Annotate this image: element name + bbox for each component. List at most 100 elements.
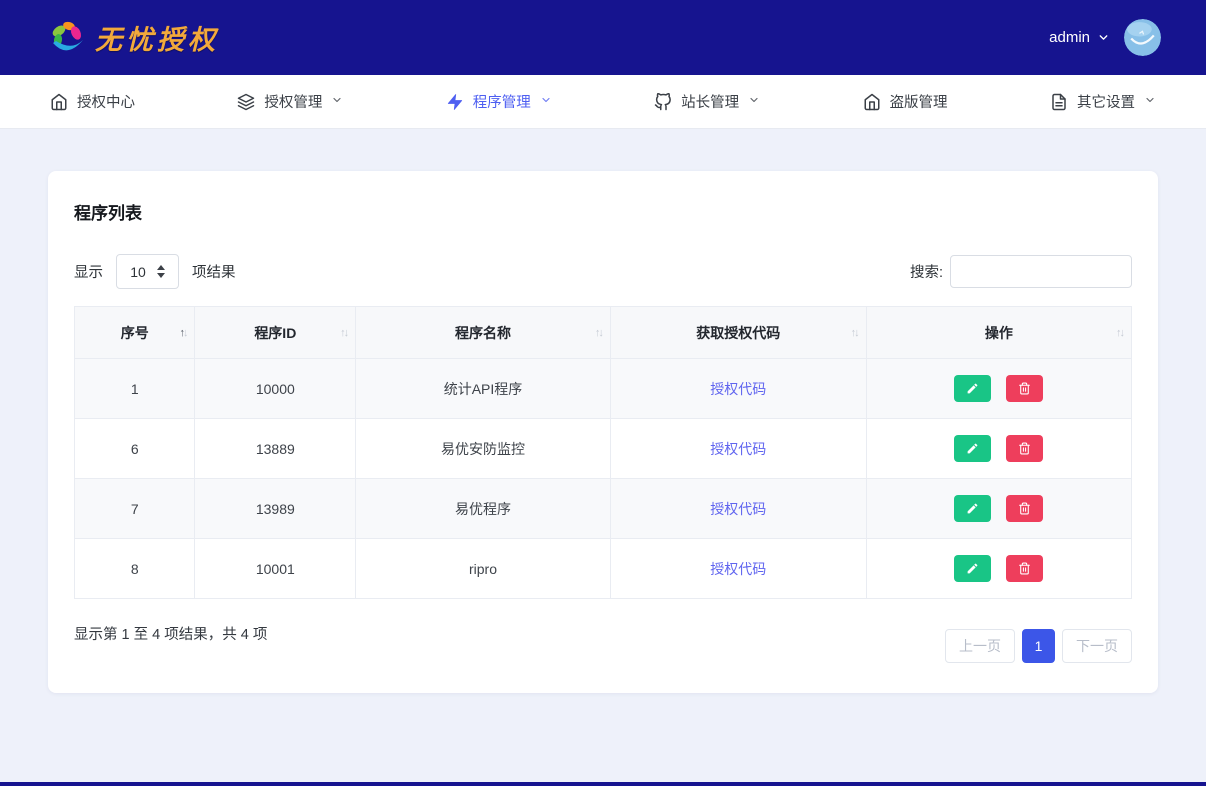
cell-program-id: 13989 <box>195 479 356 539</box>
chevron-down-icon <box>540 94 552 110</box>
nav-label: 授权中心 <box>77 91 135 112</box>
nav-label: 盗版管理 <box>890 91 948 112</box>
edit-button[interactable] <box>954 495 991 522</box>
edit-button[interactable] <box>954 435 991 462</box>
github-icon <box>654 93 672 111</box>
cell-index: 7 <box>75 479 195 539</box>
delete-button[interactable] <box>1006 495 1043 522</box>
column-header-index[interactable]: 序号 <box>75 307 195 359</box>
cell-program-id: 13889 <box>195 419 356 479</box>
cell-name: 易优程序 <box>356 479 611 539</box>
nav-item-auth-manage[interactable]: 授权管理 <box>237 91 343 112</box>
pencil-icon <box>966 502 979 515</box>
main-nav: 授权中心 授权管理 程序管理 站长管理 盗版管理 其它设置 <box>0 75 1206 129</box>
cell-auth-code: 授权代码 <box>610 539 866 599</box>
page-title: 程序列表 <box>74 199 1132 224</box>
column-header-actions[interactable]: 操作 <box>866 307 1131 359</box>
cell-index: 6 <box>75 419 195 479</box>
chevron-down-icon <box>1097 31 1110 44</box>
page: 无忧授权 admin 授权中心 授权管理 <box>0 0 1206 786</box>
sort-icon <box>179 327 186 339</box>
sort-icon <box>340 327 347 339</box>
auth-code-link[interactable]: 授权代码 <box>710 441 766 457</box>
delete-button[interactable] <box>1006 435 1043 462</box>
search-label: 搜索: <box>910 261 943 282</box>
trash-icon <box>1018 442 1031 455</box>
delete-button[interactable] <box>1006 555 1043 582</box>
page-length-control: 显示 10 项结果 <box>74 254 236 289</box>
cell-actions <box>866 539 1131 599</box>
table-header-row: 序号 程序ID 程序名称 获取授权代码 操作 <box>75 307 1132 359</box>
table-footer: 显示第 1 至 4 项结果，共 4 项 上一页 1 下一页 <box>74 617 1132 663</box>
column-header-program-id[interactable]: 程序ID <box>195 307 356 359</box>
cell-actions <box>866 479 1131 539</box>
page-length-select[interactable]: 10 <box>116 254 179 289</box>
table-row: 6 13889 易优安防监控 授权代码 <box>75 419 1132 479</box>
brand-flower-icon <box>48 18 88 58</box>
page-number-button[interactable]: 1 <box>1022 629 1055 663</box>
main-content: 程序列表 显示 10 项结果 搜索: <box>0 129 1206 693</box>
prev-page-button[interactable]: 上一页 <box>945 629 1015 663</box>
bottom-footer-strip <box>0 782 1206 786</box>
lightning-icon <box>446 93 464 111</box>
column-header-auth-code[interactable]: 获取授权代码 <box>610 307 866 359</box>
edit-button[interactable] <box>954 555 991 582</box>
cell-actions <box>866 359 1131 419</box>
edit-button[interactable] <box>954 375 991 402</box>
cell-actions <box>866 419 1131 479</box>
nav-label: 程序管理 <box>473 91 531 112</box>
length-suffix-label: 项结果 <box>192 261 236 282</box>
program-table: 序号 程序ID 程序名称 获取授权代码 操作 1 10000 统计API程序 授… <box>74 306 1132 599</box>
chevron-down-icon <box>748 94 760 110</box>
pagination: 上一页 1 下一页 <box>945 629 1132 663</box>
nav-item-other-settings[interactable]: 其它设置 <box>1050 91 1156 112</box>
layers-icon <box>237 93 255 111</box>
nav-item-webmaster-manage[interactable]: 站长管理 <box>654 91 760 112</box>
cell-name: 统计API程序 <box>356 359 611 419</box>
next-page-button[interactable]: 下一页 <box>1062 629 1132 663</box>
brand-title: 无忧授权 <box>95 18 219 57</box>
trash-icon <box>1018 502 1031 515</box>
delete-button[interactable] <box>1006 375 1043 402</box>
results-info: 显示第 1 至 4 项结果，共 4 项 <box>74 623 267 644</box>
nav-label: 授权管理 <box>264 91 322 112</box>
nav-label: 站长管理 <box>681 91 739 112</box>
length-prefix-label: 显示 <box>74 261 103 282</box>
cell-name: ripro <box>356 539 611 599</box>
trash-icon <box>1018 562 1031 575</box>
select-stepper-icon <box>157 265 165 278</box>
table-row: 1 10000 统计API程序 授权代码 <box>75 359 1132 419</box>
auth-code-link[interactable]: 授权代码 <box>710 501 766 517</box>
sort-icon <box>1116 327 1123 339</box>
column-header-name[interactable]: 程序名称 <box>356 307 611 359</box>
table-row: 8 10001 ripro 授权代码 <box>75 539 1132 599</box>
home-icon <box>863 93 881 111</box>
auth-code-link[interactable]: 授权代码 <box>710 381 766 397</box>
brand-logo[interactable]: 无忧授权 <box>48 18 219 58</box>
avatar[interactable] <box>1124 19 1161 56</box>
table-controls: 显示 10 项结果 搜索: <box>74 254 1132 289</box>
cell-program-id: 10000 <box>195 359 356 419</box>
cell-index: 1 <box>75 359 195 419</box>
table-row: 7 13989 易优程序 授权代码 <box>75 479 1132 539</box>
trash-icon <box>1018 382 1031 395</box>
pencil-icon <box>966 562 979 575</box>
topbar: 无忧授权 admin <box>0 0 1206 75</box>
sort-icon <box>595 327 602 339</box>
search-input[interactable] <box>950 255 1132 288</box>
nav-item-piracy-manage[interactable]: 盗版管理 <box>863 91 948 112</box>
page-length-value: 10 <box>130 264 146 280</box>
chevron-down-icon <box>1144 94 1156 110</box>
cell-auth-code: 授权代码 <box>610 359 866 419</box>
cell-auth-code: 授权代码 <box>610 479 866 539</box>
user-menu[interactable]: admin <box>1049 19 1161 56</box>
cell-auth-code: 授权代码 <box>610 419 866 479</box>
auth-code-link[interactable]: 授权代码 <box>710 561 766 577</box>
file-icon <box>1050 93 1068 111</box>
cell-index: 8 <box>75 539 195 599</box>
nav-label: 其它设置 <box>1077 91 1135 112</box>
nav-item-auth-center[interactable]: 授权中心 <box>50 91 135 112</box>
search-control: 搜索: <box>910 255 1132 288</box>
nav-item-program-manage[interactable]: 程序管理 <box>446 91 552 112</box>
pencil-icon <box>966 442 979 455</box>
